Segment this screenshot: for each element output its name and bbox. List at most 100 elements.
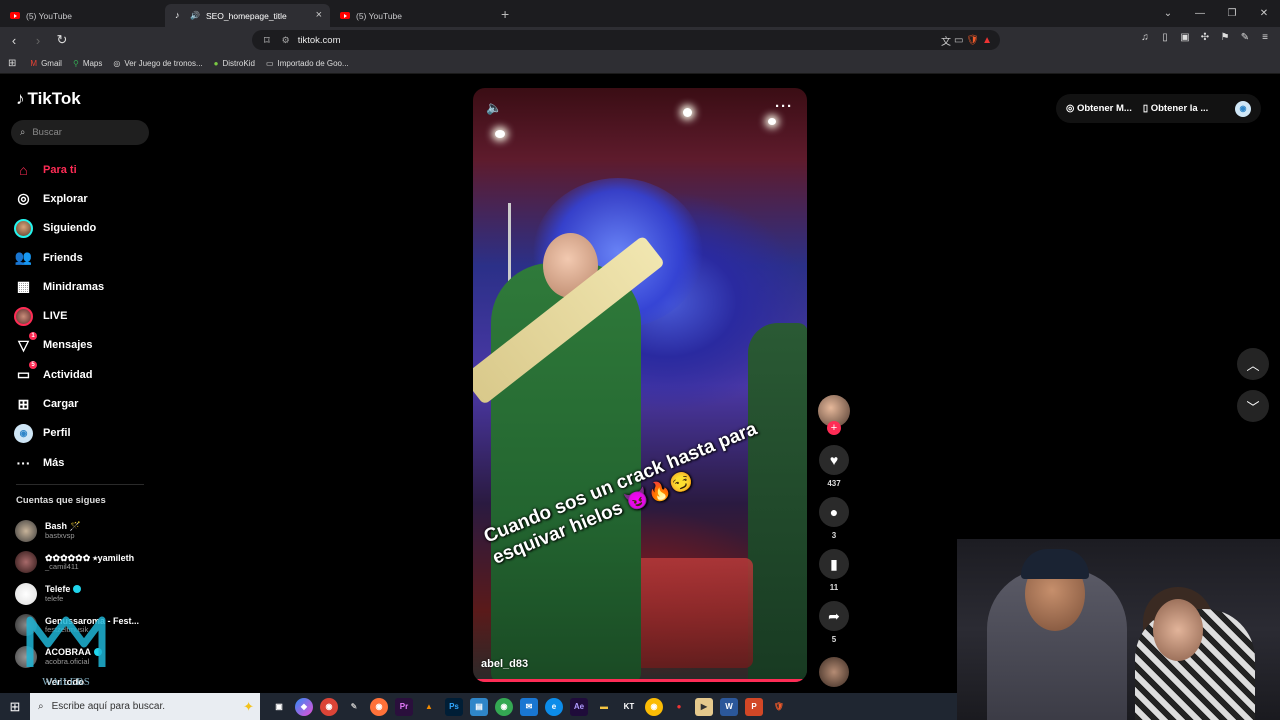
mail-icon[interactable]: ✉ <box>520 697 538 716</box>
brave-shield-icon[interactable]: 🛡 <box>966 35 979 46</box>
tiktok-logo[interactable]: ♪ TikTok <box>16 89 81 109</box>
taskbar-search[interactable]: ⌕ Escribe aquí para buscar. ✦ <box>30 693 260 720</box>
list-item[interactable]: Telefe telefe <box>15 578 155 610</box>
sidebar-item-perfil[interactable]: ◉ Perfil <box>14 419 154 448</box>
bookmark-label: Maps <box>82 58 103 68</box>
follow-plus-icon[interactable]: + <box>827 421 841 435</box>
bookmark-maps[interactable]: ⚲ Maps <box>73 59 102 68</box>
comment-icon: ● <box>829 504 839 520</box>
wallet-icon[interactable]: ▣ <box>1178 31 1192 45</box>
cast-icon[interactable]: ▭ <box>954 35 963 46</box>
brave-icon[interactable]: 🛡 <box>770 698 788 716</box>
sidebar-item-cargar[interactable]: ⊞ Cargar <box>14 389 154 418</box>
site-info-icon[interactable]: ⚙ <box>282 35 290 46</box>
video-player[interactable]: Cuando sos un crack hasta para esquivar … <box>473 88 807 682</box>
browser-tab-active[interactable]: ♪ 🔊 SEO_homepage_title × <box>165 4 330 27</box>
powerpoint-icon[interactable]: P <box>745 697 763 716</box>
recorder-icon[interactable]: ● <box>670 698 688 716</box>
sidebar-item-siguiendo[interactable]: Siguiendo <box>14 214 154 243</box>
bookmark-distrokid[interactable]: ● DistroKid <box>214 59 255 68</box>
sidebar-item-minidramas[interactable]: ▦ Minidramas <box>14 272 154 301</box>
list-item[interactable]: ✿✿✿✿✿✿ ⭑yamileth _camil411 <box>15 547 155 579</box>
explorer-icon[interactable]: ▬ <box>595 698 613 716</box>
premiere-icon[interactable]: Pr <box>395 697 413 716</box>
sidebar-item-live[interactable]: LIVE <box>14 301 154 330</box>
restore-button[interactable]: ❐ <box>1216 8 1248 19</box>
music-icon[interactable]: ♫ <box>1138 31 1152 45</box>
copilot-icon[interactable]: ◆ <box>295 697 313 716</box>
photos-icon[interactable]: ▤ <box>470 697 488 716</box>
chrome-icon[interactable]: ◉ <box>320 697 338 716</box>
minimize-button[interactable]: — <box>1184 8 1216 19</box>
like-count: 437 <box>827 479 841 488</box>
more-options-icon[interactable]: ··· <box>775 98 793 115</box>
sidebar-item-mensajes[interactable]: ▽ 1 Mensajes <box>14 331 154 360</box>
browser-tab[interactable]: (5) YouTube <box>330 4 495 27</box>
music-disc-avatar[interactable] <box>819 657 849 687</box>
vlc-icon[interactable]: ▲ <box>420 698 438 716</box>
sidebar-item-mas[interactable]: ··· Más <box>14 448 154 477</box>
chrome-icon[interactable]: ◉ <box>645 697 663 716</box>
video-actions: + ♥ 437 ● 3 ▮ 11 ➦ 5 <box>817 395 851 687</box>
tiktok-icon: ♪ <box>175 10 180 20</box>
sound-icon[interactable]: 🔈 <box>486 100 502 116</box>
sidebar-item-label: Siguiendo <box>43 222 97 235</box>
browser-tab[interactable]: (5) YouTube <box>0 4 165 27</box>
close-icon[interactable]: × <box>316 9 322 21</box>
chevron-down-icon[interactable]: ⌄ <box>1152 8 1184 19</box>
reload-button[interactable]: ↻ <box>52 32 72 48</box>
globe-icon: ◎ <box>113 58 121 68</box>
translate-icon[interactable]: 文 <box>941 33 951 48</box>
windows-start-icon[interactable]: ⊞ <box>0 699 30 715</box>
after-effects-icon[interactable]: Ae <box>570 697 588 716</box>
extensions-icon[interactable]: ✣ <box>1198 31 1212 45</box>
list-item[interactable]: Bash 🪄 bastxvsp <box>15 515 155 547</box>
profile-avatar[interactable]: ◉ <box>1235 100 1251 117</box>
comment-button[interactable]: ● <box>819 497 849 527</box>
save-button[interactable]: ▮ <box>819 549 849 579</box>
close-window-button[interactable]: ✕ <box>1248 8 1280 19</box>
youtube-icon <box>10 12 20 19</box>
edge-icon[interactable]: e <box>545 697 563 716</box>
sidebar-icon[interactable]: ▯ <box>1158 31 1172 45</box>
get-app-button[interactable]: ▯ Obtener la ... <box>1143 103 1208 114</box>
creator-avatar[interactable]: + <box>818 395 850 435</box>
firefox-icon[interactable]: ◉ <box>370 697 388 716</box>
like-button[interactable]: ♥ <box>819 445 849 475</box>
bookmark-label: DistroKid <box>222 58 255 68</box>
url-bar[interactable]: ⌑ ⚙ tiktok.com 文 ▭ 🛡 ▲ <box>252 30 1000 50</box>
bookmark-folder[interactable]: ▭ Importado de Goo... <box>266 59 349 68</box>
word-icon[interactable]: W <box>720 697 738 716</box>
chrome-icon[interactable]: ◉ <box>495 697 513 716</box>
video-username[interactable]: abel_d83 <box>481 658 528 670</box>
next-video-button[interactable]: ﹀ <box>1237 390 1269 422</box>
previous-video-button[interactable]: ︿ <box>1237 348 1269 380</box>
bookmark-juego[interactable]: ◎ Ver Juego de tronos... <box>113 59 202 68</box>
sidebar-item-explorar[interactable]: ◎ Explorar <box>14 184 154 213</box>
home-icon: ⌂ <box>19 161 28 178</box>
task-view-icon[interactable]: ▣ <box>270 698 288 716</box>
sidebar-item-actividad[interactable]: ▭ 5 Actividad <box>14 360 154 389</box>
share-button[interactable]: ➦ <box>819 601 849 631</box>
video-progress-bar[interactable] <box>473 679 807 682</box>
bookmark-gmail[interactable]: M Gmail <box>30 59 62 68</box>
new-tab-button[interactable]: + <box>501 6 509 22</box>
app-icon[interactable]: KT <box>620 698 638 716</box>
get-coins-button[interactable]: ◎ Obtener M... <box>1066 103 1132 114</box>
verified-icon <box>73 585 82 594</box>
bookmark-icon[interactable]: ⌑ <box>264 34 270 47</box>
vpn-icon[interactable]: ⚑ <box>1218 31 1232 45</box>
sidebar-item-label: Mensajes <box>43 339 93 352</box>
forward-button[interactable]: › <box>28 33 48 48</box>
ai-icon[interactable]: ✎ <box>1238 31 1252 45</box>
apps-grid-icon[interactable]: ⊞ <box>8 58 16 69</box>
sidebar-item-friends[interactable]: 👥 Friends <box>14 243 154 272</box>
search-input[interactable]: ⌕ Buscar <box>11 120 149 145</box>
rewards-icon[interactable]: ▲ <box>982 35 992 46</box>
media-icon[interactable]: ▶ <box>695 697 713 716</box>
back-button[interactable]: ‹ <box>4 33 24 48</box>
photoshop-icon[interactable]: Ps <box>445 697 463 716</box>
app-icon[interactable]: ✎ <box>345 698 363 716</box>
menu-icon[interactable]: ≡ <box>1258 31 1272 45</box>
sidebar-item-para-ti[interactable]: ⌂ Para ti <box>14 155 154 184</box>
